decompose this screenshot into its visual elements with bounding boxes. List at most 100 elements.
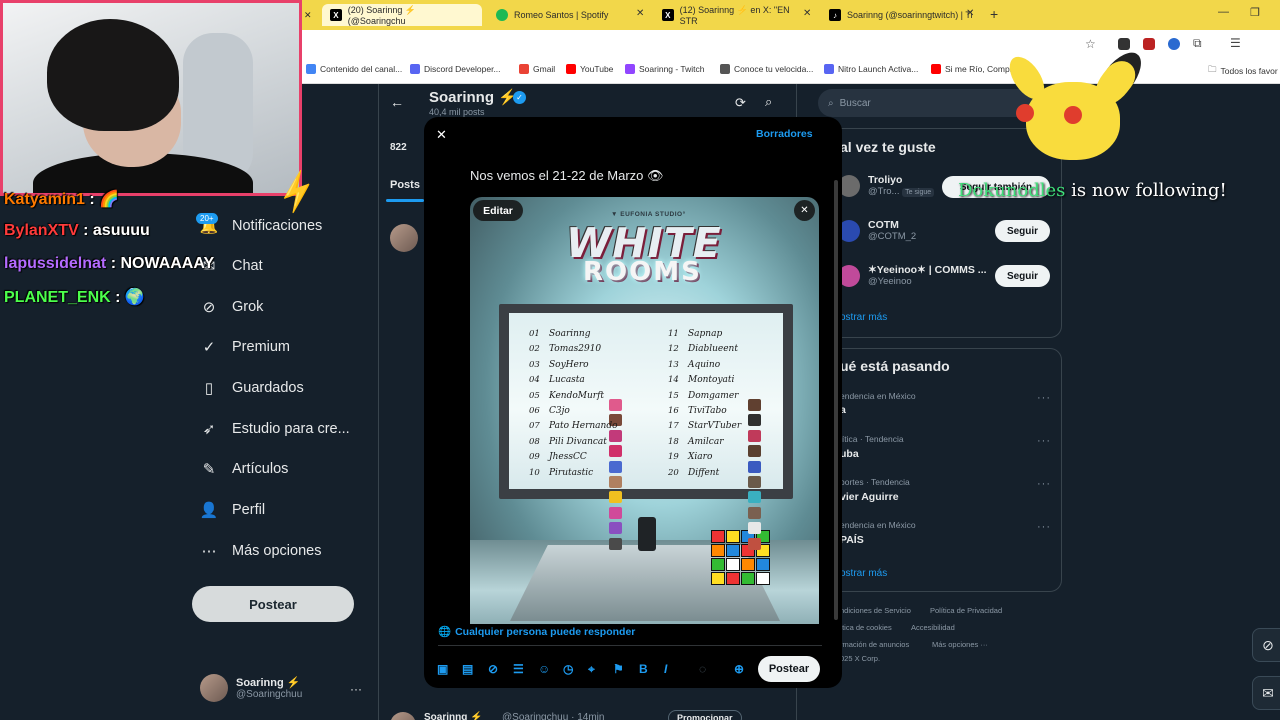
- sidebar-item-label: Chat: [232, 258, 263, 274]
- close-icon[interactable]: ✕: [966, 8, 974, 19]
- suggestion-item[interactable]: ✶Yeeinoo✶ | COMMS ... @Yeeinoo: [838, 264, 987, 287]
- suggestion-item[interactable]: COTM @COTM_2: [838, 219, 916, 242]
- participant-entry: 19 Xiaro: [668, 450, 761, 535]
- account-switcher[interactable]: Soarinng ⚡ @Soaringchuu: [200, 674, 302, 702]
- sidebar-item-profile[interactable]: 👤 Perfil: [200, 501, 265, 519]
- close-icon[interactable]: ✕: [636, 8, 644, 19]
- participant-name: C3jo: [549, 406, 570, 416]
- footer-link[interactable]: ítica de cookies: [840, 623, 892, 632]
- tab-x-post[interactable]: X (12) Soarinng ⚡ en X: "EN STR: [654, 4, 814, 26]
- tiktok-icon: ♪: [829, 9, 841, 21]
- participant-avatar: [609, 399, 622, 411]
- bookmark-label: YouTube: [580, 64, 614, 74]
- tab-tiktok[interactable]: ♪ Soarinng (@soarinngtwitch) | Ti: [821, 4, 987, 26]
- mail-icon[interactable]: ✉: [1252, 676, 1280, 710]
- footer-link[interactable]: ndiciones de Servicio: [840, 606, 911, 615]
- more-icon[interactable]: ···: [1037, 392, 1051, 404]
- rubiks-cube-figure: [711, 530, 771, 586]
- suggestion-item[interactable]: Troliyo @Tro... Te sigue: [838, 174, 935, 197]
- bookmark-item[interactable]: YouTube: [566, 64, 613, 74]
- compose-text[interactable]: Nos vemos el 21-22 de Marzo 👁: [470, 168, 664, 184]
- footer-link[interactable]: rmación de anuncios: [840, 640, 909, 649]
- tab-title: (20) Soarinng ⚡ (@Soaringchu: [347, 4, 417, 26]
- promote-button[interactable]: Promocionar: [668, 710, 742, 720]
- trend-item[interactable]: vier Aguirre: [840, 491, 899, 503]
- menu-icon[interactable]: ☰: [1230, 36, 1241, 50]
- italic-icon[interactable]: I: [664, 662, 667, 676]
- bold-icon[interactable]: B: [639, 662, 648, 676]
- follow-button[interactable]: Seguir: [995, 220, 1050, 242]
- reply-setting[interactable]: 🌐 Cualquier persona puede responder: [438, 625, 635, 639]
- bookmark-item[interactable]: Discord Developer...: [410, 64, 501, 74]
- minimize-icon[interactable]: —: [1218, 6, 1229, 18]
- bookmark-item[interactable]: Conoce tu velocida...: [720, 64, 813, 74]
- refresh-icon[interactable]: ⟳: [735, 95, 746, 111]
- flag-icon[interactable]: ⚑: [613, 662, 624, 676]
- bookmark-item[interactable]: Nitro Launch Activa...: [824, 64, 918, 74]
- show-more-link[interactable]: ostrar más: [840, 312, 887, 323]
- more-icon[interactable]: ···: [1037, 521, 1051, 533]
- bookmark-item[interactable]: Soarinng - Twitch: [625, 64, 705, 74]
- schedule-icon[interactable]: ◷: [563, 662, 573, 676]
- bookmark-item[interactable]: Gmail: [519, 64, 555, 74]
- participant-number: 04: [529, 375, 540, 386]
- emoji-icon[interactable]: ☺: [538, 662, 550, 676]
- account-menu-icon[interactable]: ···: [350, 682, 362, 696]
- drafts-button[interactable]: Borradores: [756, 128, 813, 140]
- close-icon[interactable]: ✕: [803, 8, 811, 19]
- suggestion-name: COTM: [868, 219, 899, 231]
- maximize-icon[interactable]: ❐: [1250, 6, 1260, 19]
- participant-entry: 16 TiviTabo: [668, 404, 761, 488]
- show-more-link[interactable]: ostrar más: [840, 568, 887, 579]
- back-arrow-icon[interactable]: ←: [390, 94, 404, 110]
- tab-x-profile[interactable]: X (20) Soarinng ⚡ (@Soaringchu: [322, 4, 482, 26]
- footer-link[interactable]: Accesibilidad: [911, 623, 955, 632]
- participant-entry: 09 JhessCC: [529, 450, 622, 535]
- poll-icon[interactable]: ☰: [513, 662, 524, 676]
- participant-number: 16: [668, 406, 679, 416]
- sidebar-item-notifications[interactable]: 🔔 Notificaciones: [200, 217, 323, 235]
- follow-button[interactable]: Seguir: [995, 265, 1050, 287]
- tab-spotify[interactable]: Romeo Santos | Spotify: [488, 4, 650, 26]
- tab-posts[interactable]: Posts: [390, 179, 420, 191]
- puzzle-icon[interactable]: ⧉: [1193, 36, 1202, 51]
- more-icon[interactable]: ···: [1037, 435, 1051, 447]
- search-input[interactable]: ⌕ Buscar: [818, 89, 1044, 117]
- post-button[interactable]: Postear: [192, 586, 354, 622]
- extension-icon[interactable]: [1143, 38, 1155, 50]
- sidebar-item-more[interactable]: ⋯ Más opciones: [200, 542, 322, 560]
- all-bookmarks[interactable]: 🗀 Todos los favor: [1208, 64, 1278, 78]
- tab-close-icon[interactable]: ✕: [300, 4, 322, 26]
- sidebar-item-premium[interactable]: ✓ Premium: [200, 338, 290, 356]
- close-icon[interactable]: ✕: [436, 127, 447, 143]
- participant-number: 17: [668, 421, 679, 432]
- footer-link[interactable]: Más opciones ···: [932, 640, 988, 649]
- bookmark-item[interactable]: Contenido del canal...: [306, 64, 402, 74]
- more-icon[interactable]: ···: [1037, 478, 1051, 490]
- participant-avatar: [748, 399, 761, 411]
- sidebar-item-creator-studio[interactable]: ➶ Estudio para cre...: [200, 420, 350, 438]
- grok-icon[interactable]: ⊘: [1252, 628, 1280, 662]
- bookmark-icon: [720, 64, 730, 74]
- extension-icon[interactable]: [1168, 38, 1180, 50]
- search-icon[interactable]: ⌕: [765, 94, 772, 110]
- trend-item[interactable]: uba: [840, 448, 859, 460]
- sidebar-item-grok[interactable]: ⊘ Grok: [200, 298, 264, 316]
- media-icon[interactable]: ▣: [437, 662, 448, 676]
- remove-image-icon[interactable]: ✕: [794, 200, 815, 221]
- grok-icon[interactable]: ⊘: [488, 662, 498, 676]
- participant-number: 01: [529, 329, 540, 339]
- gif-icon[interactable]: ▤: [462, 662, 473, 676]
- add-post-icon[interactable]: ⊕: [734, 662, 744, 676]
- new-tab-icon[interactable]: +: [990, 6, 998, 22]
- participant-number: 11: [668, 329, 679, 339]
- edit-image-button[interactable]: Editar: [473, 200, 523, 221]
- location-icon[interactable]: ⌖: [588, 662, 595, 677]
- footer-link[interactable]: Política de Privacidad: [930, 606, 1002, 615]
- trend-item[interactable]: PAÍS: [840, 534, 864, 546]
- participant-avatar: [609, 537, 622, 550]
- submit-post-button[interactable]: Postear: [758, 656, 820, 682]
- scrollbar[interactable]: [834, 180, 838, 620]
- sidebar-item-articles[interactable]: ✎ Artículos: [200, 460, 289, 478]
- sidebar-item-bookmarks[interactable]: ▯ Guardados: [200, 379, 304, 397]
